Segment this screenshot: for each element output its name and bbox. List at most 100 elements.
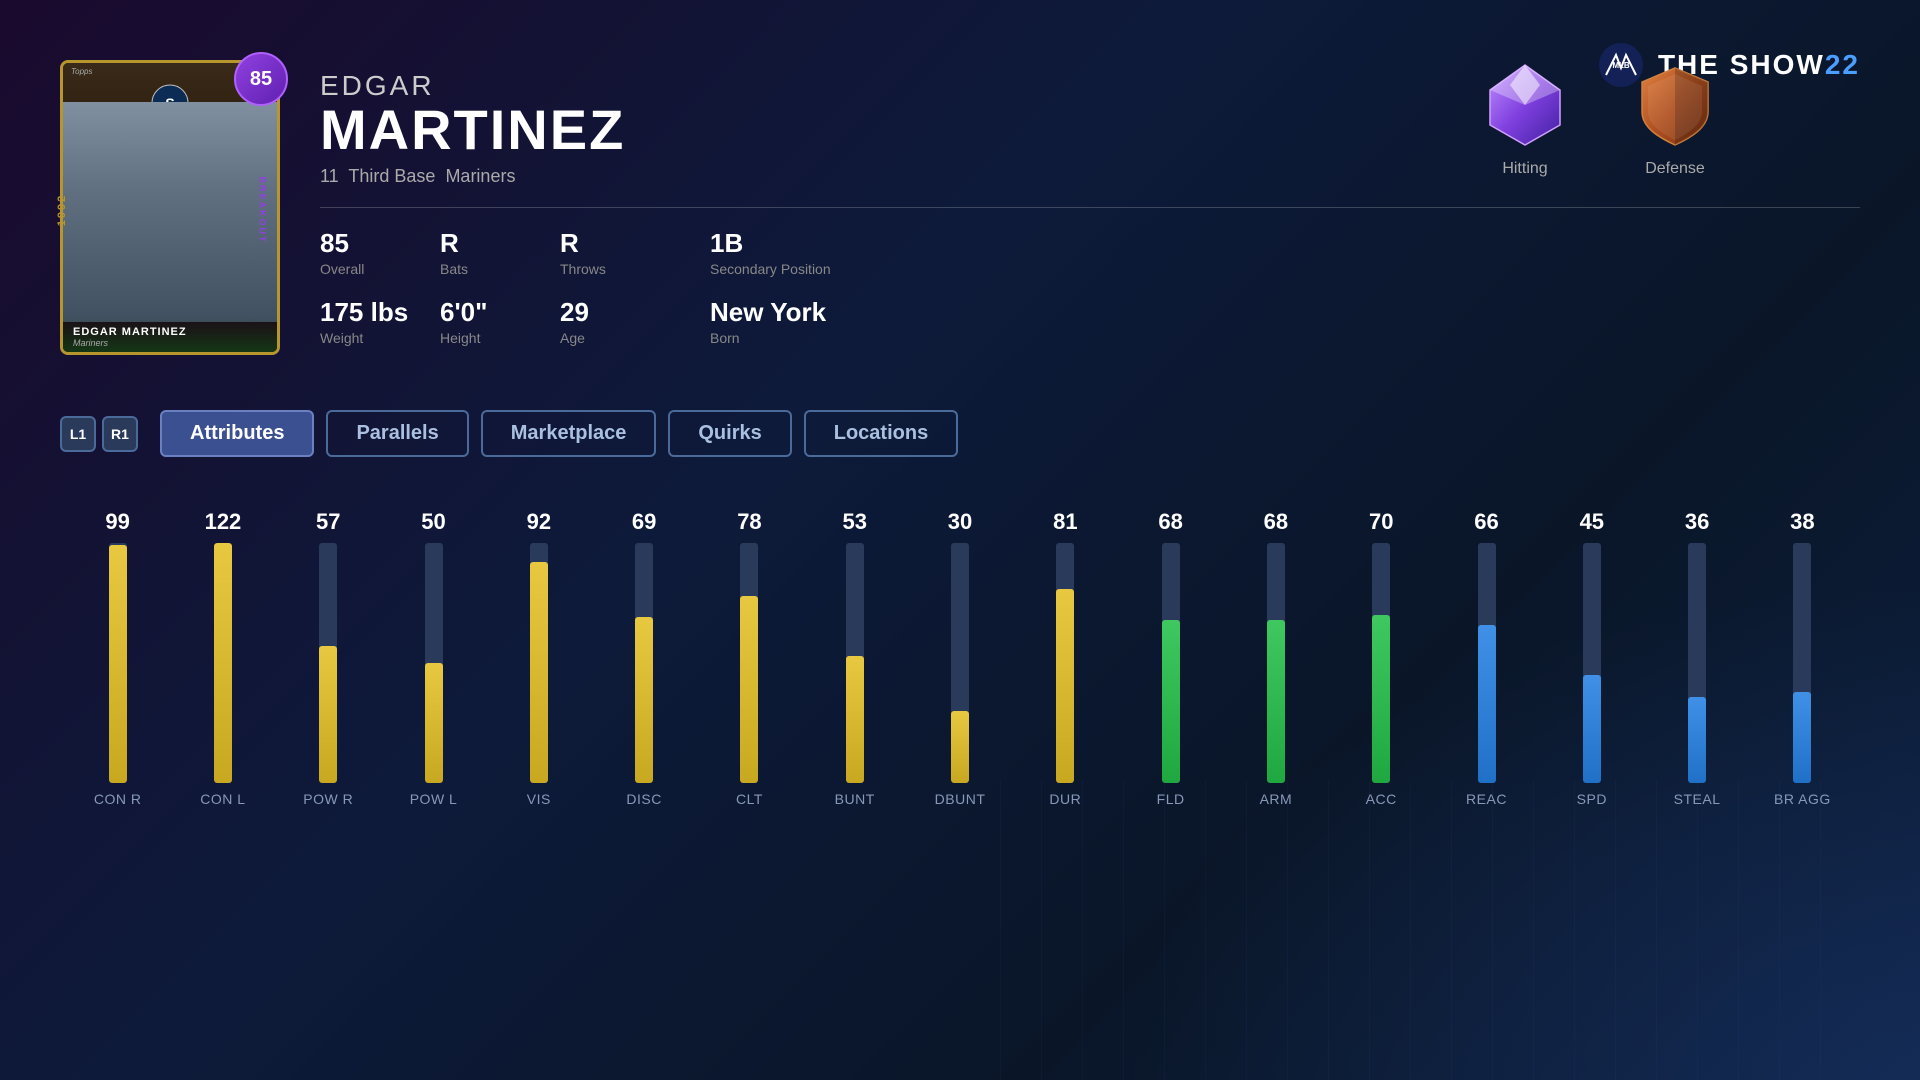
attr-bar-group-steal: 36 STEAL: [1659, 509, 1734, 807]
bar-fill-1: [214, 543, 232, 783]
attr-bar-group-dbunt: 30 DBUNT: [922, 509, 997, 807]
tab-attributes[interactable]: Attributes: [160, 410, 314, 457]
attr-label-3: POW L: [410, 791, 458, 807]
stat-throws: R Throws: [560, 228, 710, 277]
bar-container-4: [530, 543, 548, 783]
attr-bar-group-disc: 69 DISC: [606, 509, 681, 807]
bar-fill-10: [1162, 620, 1180, 783]
attr-label-10: FLD: [1157, 791, 1185, 807]
attr-bar-group-dur: 81 DUR: [1028, 509, 1103, 807]
bar-track-13: [1478, 543, 1496, 783]
topps-logo: Topps: [71, 67, 93, 76]
stat-bats-label: Bats: [440, 261, 560, 277]
stat-weight-label: Weight: [320, 330, 440, 346]
attr-value-13: 66: [1474, 509, 1498, 535]
player-card: Topps S EDGAR MARTINEZ Mariners: [60, 60, 280, 360]
bar-fill-8: [951, 711, 969, 783]
stats-grid: 85 Overall R Bats R Throws 1B Secondary …: [320, 228, 1860, 346]
card-player-name: EDGAR MARTINEZ: [73, 326, 267, 338]
stat-throws-value: R: [560, 228, 710, 259]
attr-value-15: 36: [1685, 509, 1709, 535]
card-year: 1992: [56, 194, 68, 226]
stat-age: 29 Age: [560, 297, 710, 346]
bar-fill-7: [846, 656, 864, 783]
stat-overall-value: 85: [320, 228, 440, 259]
stat-born: New York Born: [710, 297, 1010, 346]
bar-container-13: [1478, 543, 1496, 783]
bar-fill-6: [740, 596, 758, 783]
card-type: BREAKOUT: [258, 177, 268, 244]
player-position: Third Base: [348, 166, 435, 186]
gem-hitting: Hitting: [1480, 60, 1570, 178]
attr-bar-group-arm: 68 ARM: [1238, 509, 1313, 807]
bar-track-10: [1162, 543, 1180, 783]
attr-value-12: 70: [1369, 509, 1393, 535]
tab-parallels[interactable]: Parallels: [326, 410, 468, 457]
player-number: 11: [320, 166, 339, 186]
bar-fill-3: [425, 663, 443, 783]
stat-secondary-position: 1B Secondary Position: [710, 228, 1010, 277]
bar-track-0: [109, 543, 127, 783]
stat-age-label: Age: [560, 330, 710, 346]
stat-secondary-position-value: 1B: [710, 228, 1010, 259]
attr-label-4: VIS: [527, 791, 551, 807]
player-team: Mariners: [445, 166, 515, 186]
attr-value-9: 81: [1053, 509, 1077, 535]
bar-fill-12: [1372, 615, 1390, 783]
card-rating-badge: 85: [234, 52, 288, 106]
l1-badge[interactable]: L1: [60, 416, 96, 452]
hitting-gem-icon: [1480, 60, 1570, 150]
attr-bar-group-spd: 45 SPD: [1554, 509, 1629, 807]
bar-track-3: [425, 543, 443, 783]
bar-track-15: [1688, 543, 1706, 783]
attr-label-7: BUNT: [835, 791, 875, 807]
tab-locations[interactable]: Locations: [804, 410, 958, 457]
bar-track-16: [1793, 543, 1811, 783]
attr-value-8: 30: [948, 509, 972, 535]
tab-quirks[interactable]: Quirks: [668, 410, 791, 457]
tabs-section: L1 R1 Attributes Parallels Marketplace Q…: [60, 410, 1860, 457]
attributes-section: 99 CON R 122 CON L 57 POW R 50: [60, 487, 1860, 807]
tab-marketplace[interactable]: Marketplace: [481, 410, 657, 457]
bar-container-15: [1688, 543, 1706, 783]
stat-weight: 175 lbs Weight: [320, 297, 440, 346]
bar-track-6: [740, 543, 758, 783]
bar-track-9: [1056, 543, 1074, 783]
stat-bats: R Bats: [440, 228, 560, 277]
attr-bar-group-con-l: 122 CON L: [185, 509, 260, 807]
attr-label-5: DISC: [626, 791, 661, 807]
bar-track-1: [214, 543, 232, 783]
bar-container-1: [214, 543, 232, 783]
defense-gem-icon: [1630, 60, 1720, 150]
attr-label-13: REAC: [1466, 791, 1507, 807]
attr-bar-group-bunt: 53 BUNT: [817, 509, 892, 807]
attr-value-14: 45: [1580, 509, 1604, 535]
attr-label-0: CON R: [94, 791, 142, 807]
attr-bar-group-vis: 92 VIS: [501, 509, 576, 807]
bar-fill-2: [319, 646, 337, 783]
stat-secondary-position-label: Secondary Position: [710, 261, 1010, 277]
attr-label-1: CON L: [200, 791, 245, 807]
bar-track-2: [319, 543, 337, 783]
r1-badge[interactable]: R1: [102, 416, 138, 452]
attr-value-7: 53: [842, 509, 866, 535]
bar-fill-16: [1793, 692, 1811, 783]
attr-label-2: POW R: [303, 791, 353, 807]
attr-label-16: BR AGG: [1774, 791, 1831, 807]
stat-age-value: 29: [560, 297, 710, 328]
attr-value-0: 99: [105, 509, 129, 535]
defense-gem-label: Defense: [1645, 160, 1705, 178]
bar-track-11: [1267, 543, 1285, 783]
attr-label-9: DUR: [1049, 791, 1081, 807]
attr-bar-group-fld: 68 FLD: [1133, 509, 1208, 807]
attr-value-16: 38: [1790, 509, 1814, 535]
bar-track-12: [1372, 543, 1390, 783]
bar-track-14: [1583, 543, 1601, 783]
stat-born-label: Born: [710, 330, 1010, 346]
bar-container-3: [425, 543, 443, 783]
card-name-bar: EDGAR MARTINEZ Mariners: [63, 318, 277, 352]
attr-value-6: 78: [737, 509, 761, 535]
bar-track-5: [635, 543, 653, 783]
bar-track-4: [530, 543, 548, 783]
attr-label-12: ACC: [1366, 791, 1397, 807]
